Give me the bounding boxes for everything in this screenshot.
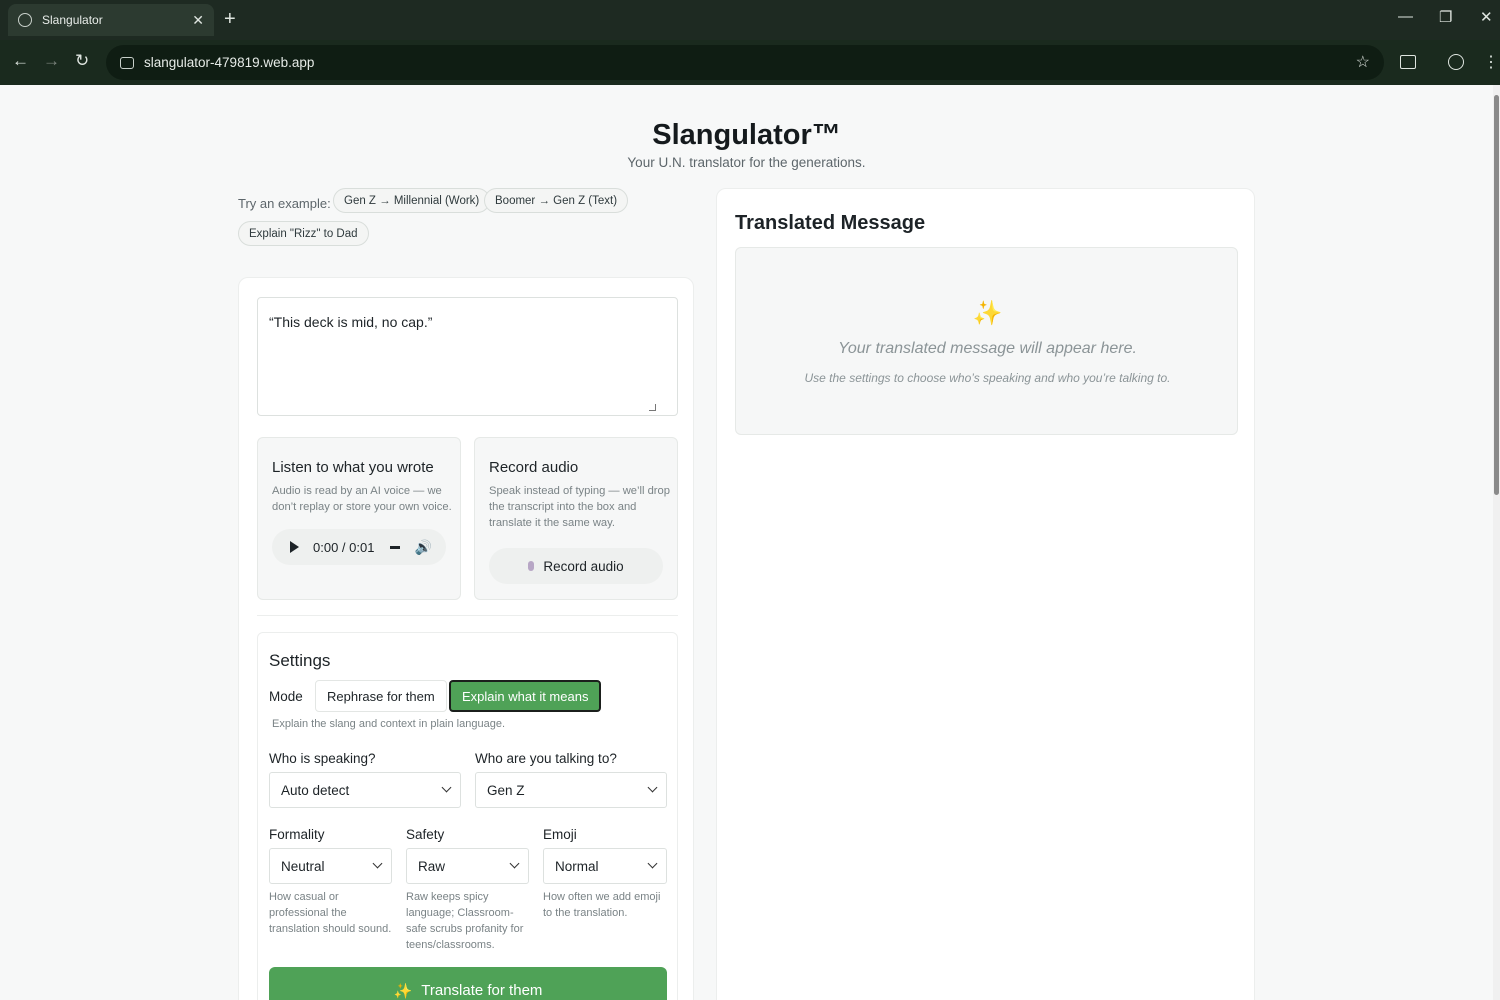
profile-icon[interactable] [1448, 54, 1464, 70]
formality-select-value: Neutral [281, 858, 325, 874]
sparkles-icon: ✨ [393, 983, 413, 1000]
page-scrollbar[interactable] [1493, 85, 1500, 1000]
record-description: Speak instead of typing — we’ll drop the… [489, 485, 670, 529]
output-placeholder-hint: Use the settings to choose who’s speakin… [804, 371, 1171, 385]
record-button-label: Record audio [543, 558, 624, 574]
formality-help-text: How casual or professional the translati… [269, 891, 392, 935]
scrollbar-thumb[interactable] [1494, 95, 1499, 495]
reload-icon[interactable]: ↻ [75, 51, 89, 71]
formality-label: Formality [269, 827, 325, 842]
output-box: ✨ Your translated message will appear he… [735, 247, 1238, 435]
resize-handle-icon[interactable] [649, 404, 656, 411]
mode-rephrase-button[interactable]: Rephrase for them [315, 680, 447, 712]
emoji-help-text: How often we add emoji to the translatio… [543, 891, 661, 919]
menu-icon[interactable]: ⋮ [1483, 52, 1499, 72]
audience-select-value: Gen Z [487, 782, 525, 798]
speaker-label: Who is speaking? [269, 751, 376, 766]
output-title: Translated Message [735, 212, 926, 234]
emoji-select-value: Normal [555, 858, 599, 874]
emoji-label: Emoji [543, 827, 577, 842]
formality-select[interactable]: Neutral [269, 848, 392, 884]
examples-label: Try an example: [238, 196, 331, 211]
audience-label: Who are you talking to? [475, 751, 617, 766]
audience-select[interactable]: Gen Z [475, 772, 667, 808]
divider [257, 615, 678, 616]
record-title: Record audio [489, 459, 579, 476]
chevron-down-icon [372, 858, 383, 869]
output-placeholder: Your translated message will appear here… [838, 340, 1137, 357]
url-text: slangulator-479819.web.app [144, 55, 315, 70]
safety-select[interactable]: Raw [406, 848, 529, 884]
record-panel: Record audio Speak instead of typing — w… [474, 437, 678, 600]
app-title: Slangulator™ [652, 119, 841, 151]
listen-description: Audio is read by an AI voice — we don’t … [272, 485, 452, 513]
back-icon[interactable]: ← [12, 51, 29, 71]
safety-select-value: Raw [418, 858, 446, 874]
speaker-select[interactable]: Auto detect [269, 772, 461, 808]
example-chip-explain-rizz[interactable]: Explain "Rizz" to Dad [238, 221, 369, 246]
bookmark-star-icon[interactable]: ☆ [1356, 52, 1370, 72]
input-card: “This deck is mid, no cap.” Listen to wh… [238, 277, 694, 1000]
output-card: Translated Message ✨ Your translated mes… [716, 188, 1255, 1000]
close-tab-icon[interactable]: ✕ [192, 12, 204, 29]
mode-label: Mode [269, 689, 303, 704]
volume-icon[interactable]: 🔊 [414, 539, 431, 556]
chevron-down-icon [509, 858, 520, 869]
safety-help-text: Raw keeps spicy language; Classroom-safe… [406, 891, 524, 951]
forward-icon[interactable]: → [43, 51, 60, 71]
chevron-down-icon [647, 858, 658, 869]
record-audio-button[interactable]: Record audio [489, 548, 663, 584]
example-chip-boomer-genz[interactable]: Boomer → Gen Z (Text) [484, 188, 629, 213]
settings-title: Settings [269, 651, 331, 670]
audio-time: 0:00 / 0:01 [313, 539, 375, 555]
listen-title: Listen to what you wrote [272, 459, 434, 476]
page-viewport: Slangulator™ Your U.N. translator for th… [0, 85, 1493, 1000]
safety-label: Safety [406, 827, 445, 842]
settings-panel: Settings Mode Rephrase for them Explain … [257, 632, 678, 1000]
new-tab-button[interactable]: + [224, 8, 236, 31]
close-window-icon[interactable]: ✕ [1480, 8, 1493, 26]
play-icon[interactable] [290, 541, 299, 553]
restore-icon[interactable]: ❐ [1439, 8, 1452, 26]
globe-icon [18, 13, 32, 27]
translate-button-label: Translate for them [421, 982, 543, 999]
tab-title: Slangulator [42, 13, 103, 27]
audio-progress-bar[interactable] [390, 545, 401, 549]
address-bar[interactable]: slangulator-479819.web.app ☆ [106, 45, 1384, 80]
speaker-select-value: Auto detect [281, 782, 350, 798]
media-controls-icon[interactable] [1400, 55, 1416, 69]
site-info-icon[interactable] [120, 56, 134, 69]
message-input[interactable]: “This deck is mid, no cap.” [257, 297, 678, 416]
audio-player[interactable]: 0:00 / 0:01 🔊 [272, 529, 446, 565]
minimize-icon[interactable]: — [1398, 8, 1413, 25]
microphone-icon [528, 561, 535, 571]
sparkles-icon: ✨ [972, 300, 1003, 327]
browser-tab-bar: Slangulator ✕ + — ❐ ✕ [0, 0, 1500, 40]
chevron-down-icon [441, 782, 452, 793]
chevron-down-icon [647, 782, 658, 793]
browser-nav-bar: ← → ↻ slangulator-479819.web.app ☆ ⋮ [0, 40, 1500, 85]
mode-help-text: Explain the slang and context in plain l… [272, 718, 506, 730]
example-chip-genz-millennial[interactable]: Gen Z → Millennial (Work) [333, 188, 491, 213]
app-subtitle: Your U.N. translator for the generations… [627, 155, 866, 170]
browser-tab[interactable]: Slangulator ✕ [8, 4, 214, 36]
emoji-select[interactable]: Normal [543, 848, 667, 884]
translate-button[interactable]: ✨ Translate for them [269, 967, 667, 1000]
mode-explain-button[interactable]: Explain what it means [449, 680, 602, 712]
listen-panel: Listen to what you wrote Audio is read b… [257, 437, 461, 600]
